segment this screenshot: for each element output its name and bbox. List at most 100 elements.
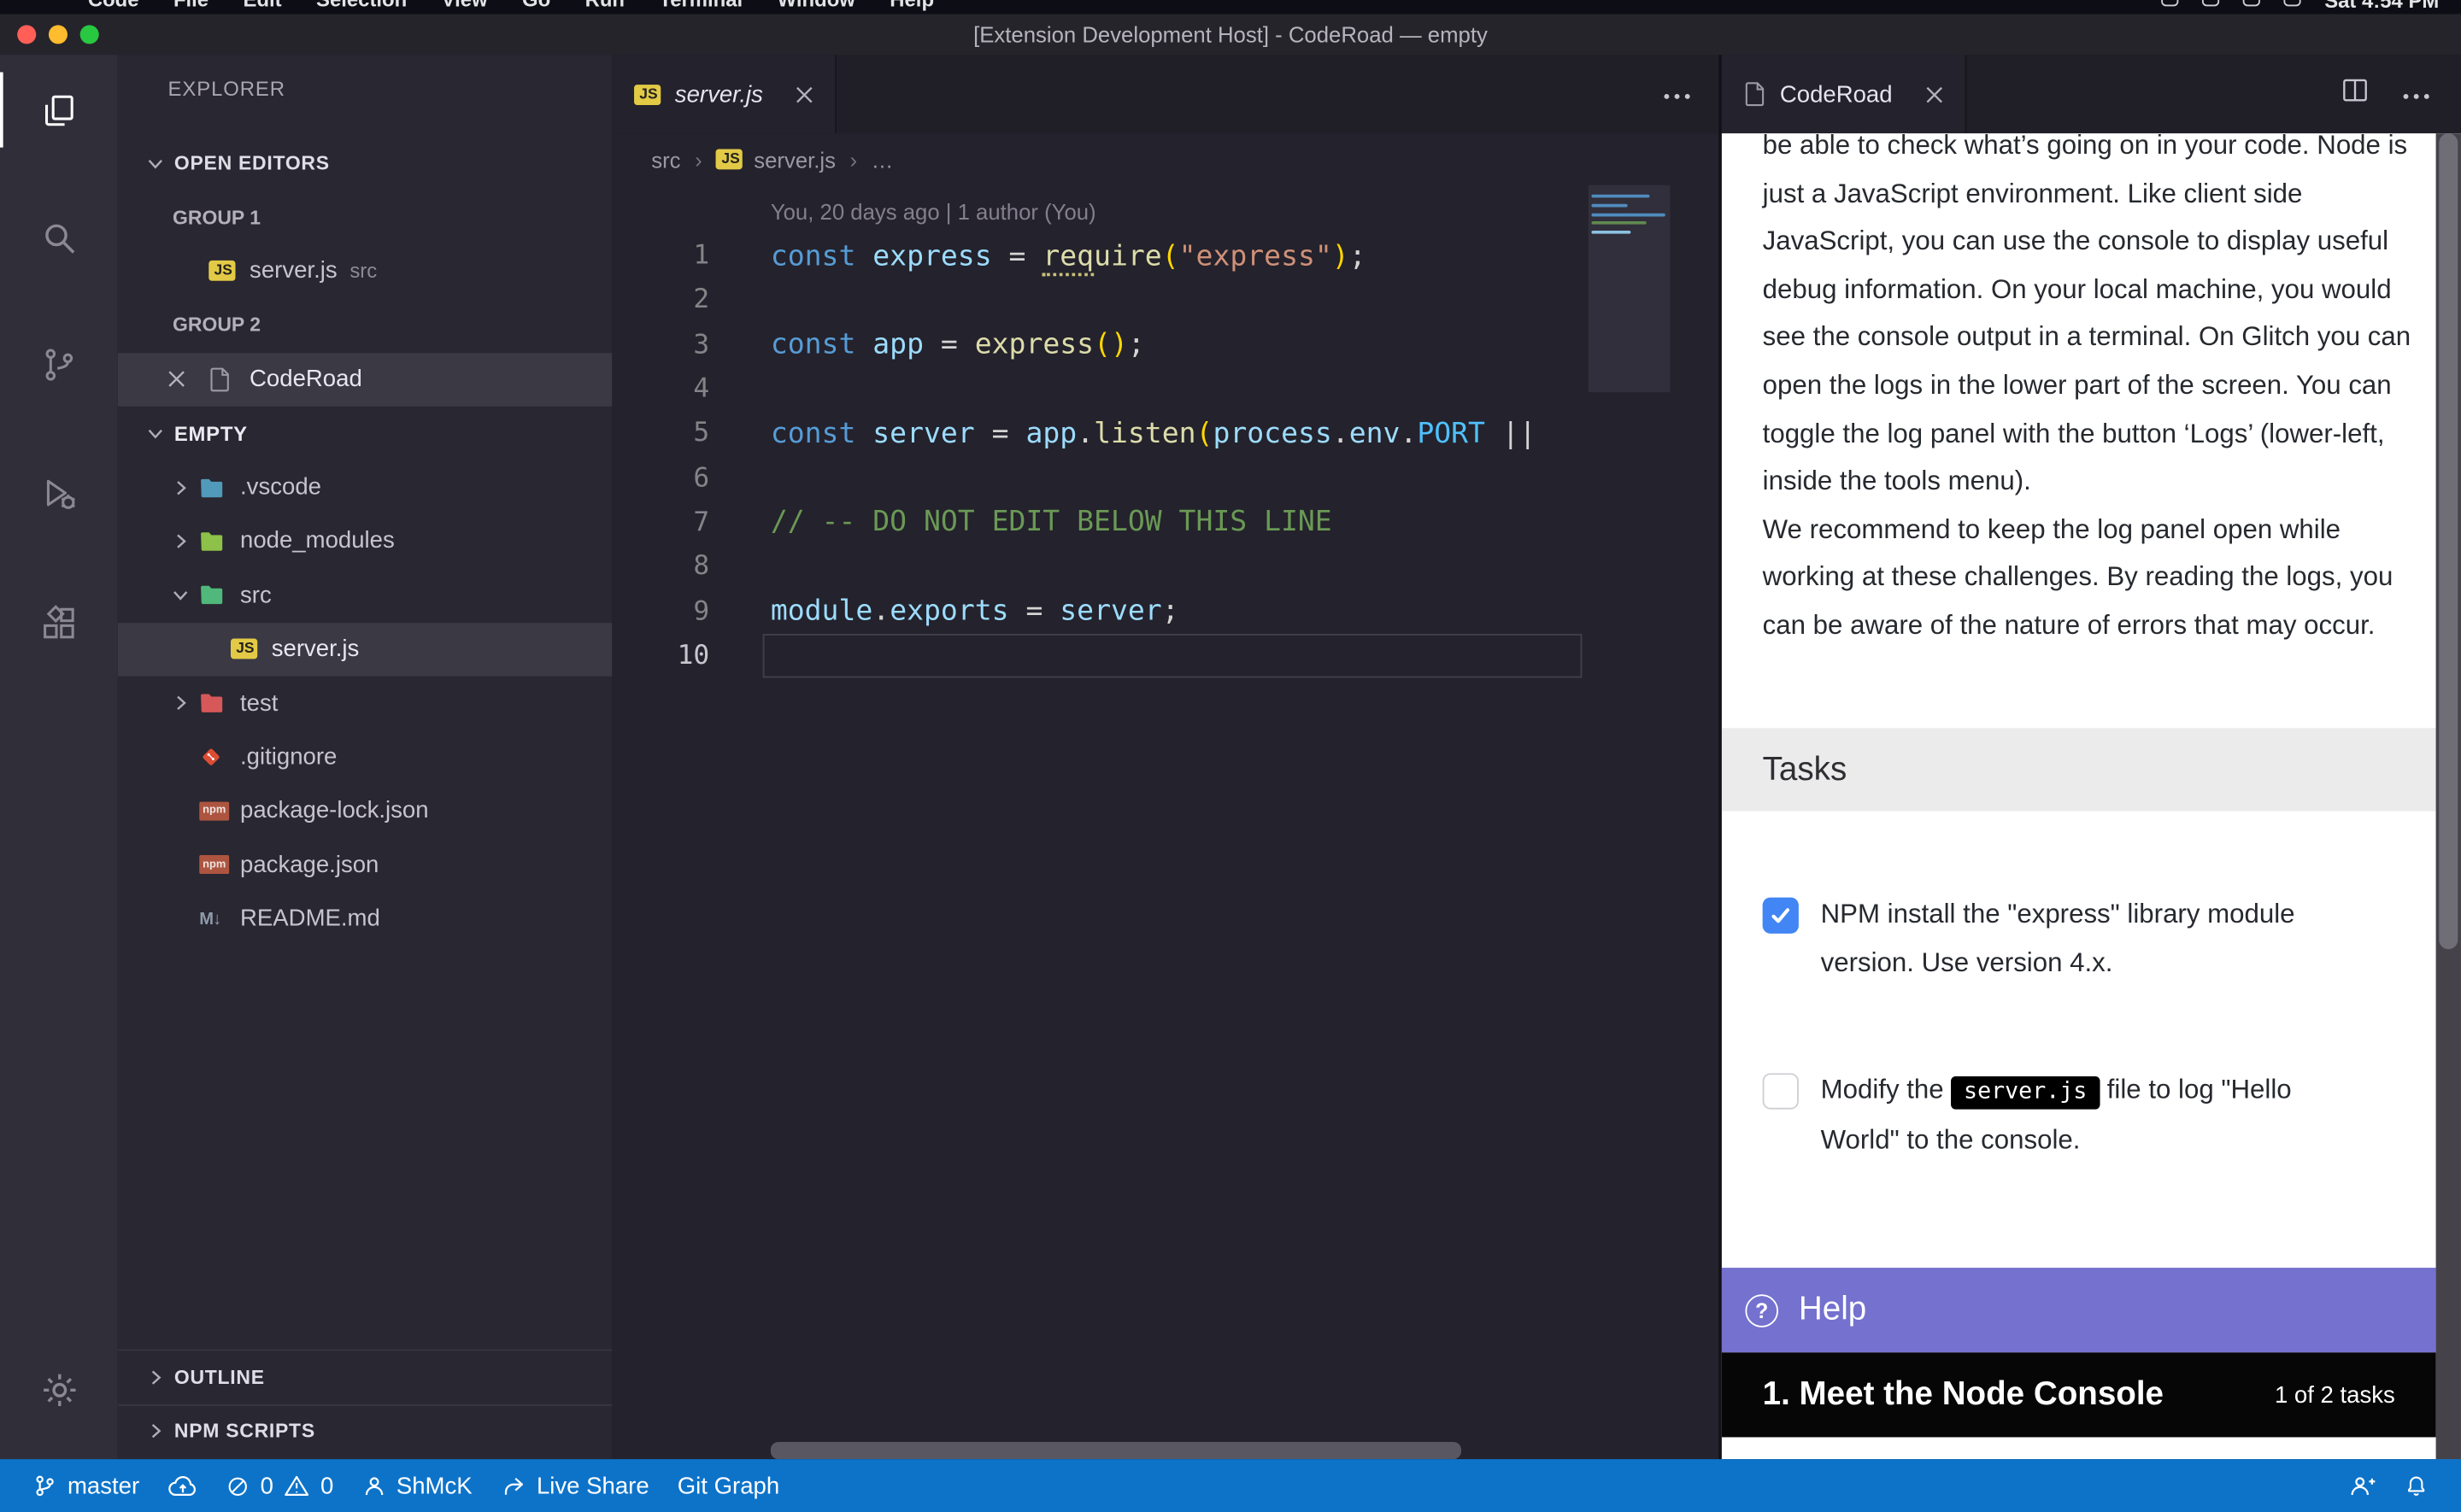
breadcrumb-separator: ›: [850, 147, 858, 172]
file-label: test: [240, 689, 278, 716]
status-live-share[interactable]: Live Share: [486, 1459, 663, 1512]
js-icon: JS: [231, 639, 257, 659]
menu-terminal[interactable]: Terminal: [659, 0, 743, 15]
line-number: 2: [612, 284, 709, 316]
activity-settings[interactable]: [0, 1352, 118, 1427]
folder-node-icon: [199, 530, 224, 553]
tree-item-src[interactable]: src: [118, 568, 613, 622]
folder-section-header[interactable]: EMPTY: [118, 407, 613, 460]
status-notifications[interactable]: [2390, 1459, 2442, 1512]
status-problems[interactable]: 00: [212, 1459, 348, 1512]
menu-edit[interactable]: Edit: [244, 0, 282, 15]
minimap[interactable]: [1589, 185, 1671, 392]
split-editor-icon[interactable]: [2341, 77, 2368, 111]
open-editor-item[interactable]: JSserver.jssrc: [118, 244, 613, 298]
menubar-status-icon[interactable]: [2283, 0, 2300, 6]
file-label: CodeRoad: [250, 366, 362, 392]
task-checkbox[interactable]: [1763, 898, 1799, 934]
menu-code[interactable]: Code: [88, 0, 139, 15]
activity-run-debug[interactable]: [0, 455, 118, 530]
task-label: NPM install the "express" library module…: [1821, 891, 2339, 987]
tree-item-test[interactable]: test: [118, 676, 613, 730]
tree-item-server-js[interactable]: JSserver.js: [118, 622, 613, 676]
tree-item-package-lock-json[interactable]: npmpackage-lock.json: [118, 784, 613, 838]
close-icon[interactable]: [168, 371, 185, 388]
webview-scrollbar[interactable]: [2436, 133, 2461, 1459]
window-titlebar: [Extension Development Host] - CodeRoad …: [0, 15, 2461, 56]
scrollbar-thumb[interactable]: [2439, 133, 2458, 949]
source-control-icon: [39, 344, 79, 384]
more-actions-icon[interactable]: [1664, 80, 1690, 108]
sidebar-section-npm-scripts[interactable]: NPM SCRIPTS: [118, 1404, 613, 1457]
menu-help[interactable]: Help: [890, 0, 934, 15]
live-share-icon: [501, 1474, 526, 1498]
menubar-clock[interactable]: Sat 4:54 PM: [2324, 0, 2439, 13]
sidebar-title: EXPLORER: [168, 77, 285, 101]
activity-search[interactable]: [0, 199, 118, 274]
minimize-window-button[interactable]: [49, 25, 68, 44]
more-actions-icon[interactable]: [2403, 80, 2429, 108]
open-editors-header[interactable]: OPEN EDITORS: [118, 137, 613, 190]
line-number: 4: [612, 373, 709, 405]
file-label: .gitignore: [240, 744, 337, 771]
file-label: README.md: [240, 905, 380, 932]
open-editor-item[interactable]: CodeRoad: [118, 352, 613, 406]
menu-go[interactable]: Go: [522, 0, 550, 15]
status-coderoad-user[interactable]: ShMcK: [348, 1459, 486, 1512]
menu-run[interactable]: Run: [585, 0, 625, 15]
tab-coderoad[interactable]: CodeRoad: [1722, 55, 1966, 133]
menu-selection[interactable]: Selection: [316, 0, 407, 15]
zoom-window-button[interactable]: [80, 25, 99, 44]
gitlens-blame: You, 20 days ago | 1 author (You): [771, 199, 1096, 224]
horizontal-scrollbar[interactable]: [771, 1442, 1461, 1459]
activity-source-control[interactable]: [0, 326, 118, 401]
sidebar-section-outline[interactable]: OUTLINE: [118, 1350, 613, 1404]
folder-test-icon: [199, 692, 224, 714]
status-git-graph[interactable]: Git Graph: [663, 1459, 794, 1512]
lesson-title: 1. Meet the Node Console: [1763, 1376, 2164, 1414]
activity-extensions[interactable]: [0, 585, 118, 660]
chevron-down-icon: [144, 153, 167, 175]
status-label: Live Share: [537, 1473, 649, 1499]
breadcrumb-item[interactable]: src: [651, 147, 680, 172]
code-line: 5const server = app.listen(process.env.P…: [612, 412, 1591, 456]
window-title: [Extension Development Host] - CodeRoad …: [0, 22, 2461, 47]
tree-item-node-modules[interactable]: node_modules: [118, 514, 613, 568]
tree-item-readme-md[interactable]: M↓README.md: [118, 892, 613, 946]
minimap-slider[interactable]: [1589, 185, 1671, 392]
help-section[interactable]: ? Help: [1722, 1268, 2436, 1352]
menubar-status-icon[interactable]: [2243, 0, 2260, 6]
line-content: // -- DO NOT EDIT BELOW THIS LINE: [709, 506, 1331, 539]
menu-window[interactable]: Window: [778, 0, 855, 15]
tab-server-js[interactable]: JS server.js: [612, 55, 837, 133]
task-item: NPM install the "express" library module…: [1763, 891, 2399, 987]
status-live-share-contacts[interactable]: [2335, 1459, 2390, 1512]
task-label: Modify the server.js file to log "Hello …: [1821, 1067, 2339, 1164]
breadcrumb-item[interactable]: JSserver.js: [716, 147, 836, 172]
breadcrumb: src›JSserver.js›…: [612, 133, 1722, 185]
chevron-right-icon: [169, 530, 191, 553]
help-icon: ?: [1745, 1293, 1778, 1327]
activity-explorer[interactable]: [0, 72, 118, 147]
close-tab-icon[interactable]: [1925, 85, 1942, 103]
breadcrumb-item[interactable]: …: [872, 147, 894, 172]
menubar-status-icon[interactable]: [2202, 0, 2219, 6]
file-label: package-lock.json: [240, 798, 429, 824]
breadcrumb-label: …: [872, 147, 894, 172]
close-tab-icon[interactable]: [796, 85, 813, 103]
status-sync[interactable]: [154, 1459, 212, 1512]
line-number: 6: [612, 462, 709, 494]
tree-item--vscode[interactable]: .vscode: [118, 460, 613, 514]
line-number: 5: [612, 418, 709, 449]
status-git-branch[interactable]: master: [19, 1459, 154, 1512]
tree-item--gitignore[interactable]: .gitignore: [118, 730, 613, 784]
task-checkbox[interactable]: [1763, 1073, 1799, 1109]
close-window-button[interactable]: [17, 25, 36, 44]
menubar-status-icon[interactable]: [2161, 0, 2178, 6]
code-editor[interactable]: 1const express = require("express");23co…: [612, 234, 1591, 678]
tree-item-package-json[interactable]: npmpackage.json: [118, 838, 613, 892]
menu-view[interactable]: View: [442, 0, 488, 15]
menu-file[interactable]: File: [173, 0, 209, 15]
code-line: 7// -- DO NOT EDIT BELOW THIS LINE: [612, 501, 1591, 545]
line-number: 10: [612, 640, 709, 671]
